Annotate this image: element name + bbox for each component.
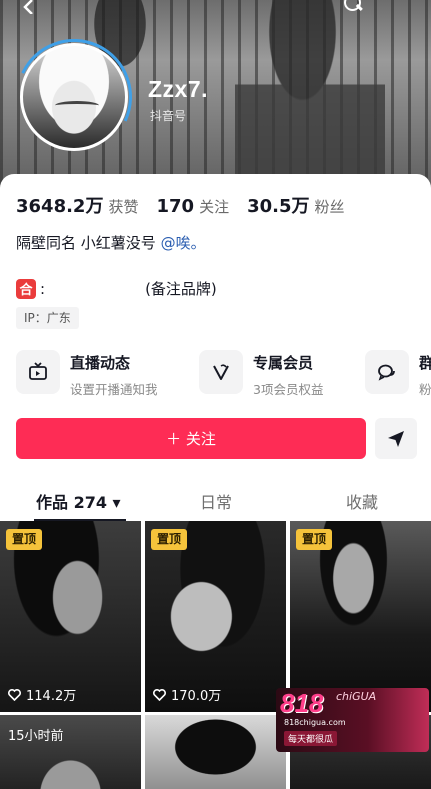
ip-location-tag: IP：广东: [16, 307, 79, 329]
pinned-badge: 置顶: [6, 529, 43, 550]
tv-icon: [16, 350, 60, 394]
brand-icon: 合: [16, 278, 36, 299]
heart-icon: [153, 688, 166, 701]
chevron-left-icon[interactable]: [22, 0, 52, 18]
feature-row: 直播动态 设置开播通知我 专属会员 3项会员权益 群 粉: [16, 350, 431, 398]
following-count[interactable]: 170: [156, 196, 194, 217]
video-likes: 170.0万: [153, 685, 221, 704]
avatar[interactable]: [20, 43, 128, 151]
brand-colon: :: [40, 279, 46, 298]
watermark-url: 818chigua.com: [284, 718, 346, 727]
tab-favorites[interactable]: 收藏: [346, 489, 378, 513]
video-cover: [145, 715, 286, 789]
bio: 隔壁同名 小红薯没号 @唉。: [16, 232, 206, 253]
feature-subtitle: 粉: [419, 382, 431, 397]
followers-label: 粉丝: [314, 198, 345, 216]
feature-title: 群: [419, 354, 431, 372]
feature-live-updates[interactable]: 直播动态 设置开播通知我: [16, 350, 158, 398]
stats-row: 3648.2万 获赞 170 关注 30.5万 粉丝: [16, 192, 363, 218]
followers-count[interactable]: 30.5万: [247, 192, 309, 218]
video-thumbnail[interactable]: 置顶 114.2万: [0, 521, 141, 712]
feature-membership[interactable]: 专属会员 3项会员权益: [199, 350, 323, 398]
v-badge-icon: [199, 350, 243, 394]
likes-count[interactable]: 3648.2万: [16, 192, 103, 218]
pinned-badge: 置顶: [296, 529, 333, 550]
search-icon[interactable]: [340, 0, 370, 18]
follow-button[interactable]: ＋ 关注: [16, 418, 366, 459]
watermark-slogan: 每天都很瓜: [284, 731, 338, 746]
video-thumbnail[interactable]: 置顶 170.0万: [145, 521, 286, 712]
following-label: 关注: [199, 198, 230, 216]
account-id-label: 抖音号: [150, 109, 187, 123]
brand-row: 合 : (备注品牌): [16, 278, 217, 299]
likes-label: 获赞: [108, 198, 139, 216]
tab-daily[interactable]: 日常: [200, 489, 232, 513]
pinned-badge: 置顶: [151, 529, 188, 550]
feature-subtitle: 3项会员权益: [253, 382, 324, 397]
site-watermark: 818 chiGUA 818chigua.com 每天都很瓜: [276, 688, 429, 752]
feature-title: 直播动态: [70, 354, 131, 372]
feature-group-chat[interactable]: 群 粉: [365, 350, 431, 398]
likes-count: 114.2万: [26, 689, 77, 704]
video-thumbnail[interactable]: [145, 715, 286, 789]
content-tabs: 作品 274 ▾ 日常 收藏: [0, 481, 431, 521]
send-icon[interactable]: [375, 418, 417, 459]
heart-icon: [8, 688, 21, 701]
banner-figure-right: [235, 0, 385, 200]
feature-title: 专属会员: [253, 354, 314, 372]
group-chat-icon: [365, 350, 409, 394]
time-ago: 15小时前: [8, 729, 64, 744]
likes-count: 170.0万: [171, 689, 222, 704]
video-likes: 114.2万: [8, 685, 76, 704]
video-thumbnail[interactable]: 置顶: [290, 521, 431, 712]
video-thumbnail[interactable]: 15小时前: [0, 715, 141, 789]
watermark-sub: chiGUA: [336, 690, 377, 703]
bio-text: 隔壁同名 小红薯没号: [16, 234, 156, 252]
username: Zzx7.: [148, 76, 209, 102]
bio-mention[interactable]: @唉。: [161, 234, 206, 252]
tab-works[interactable]: 作品 274 ▾: [36, 489, 121, 513]
feature-subtitle: 设置开播通知我: [70, 382, 158, 397]
brand-note: (备注品牌): [145, 280, 217, 298]
watermark-main: 818: [280, 688, 324, 718]
